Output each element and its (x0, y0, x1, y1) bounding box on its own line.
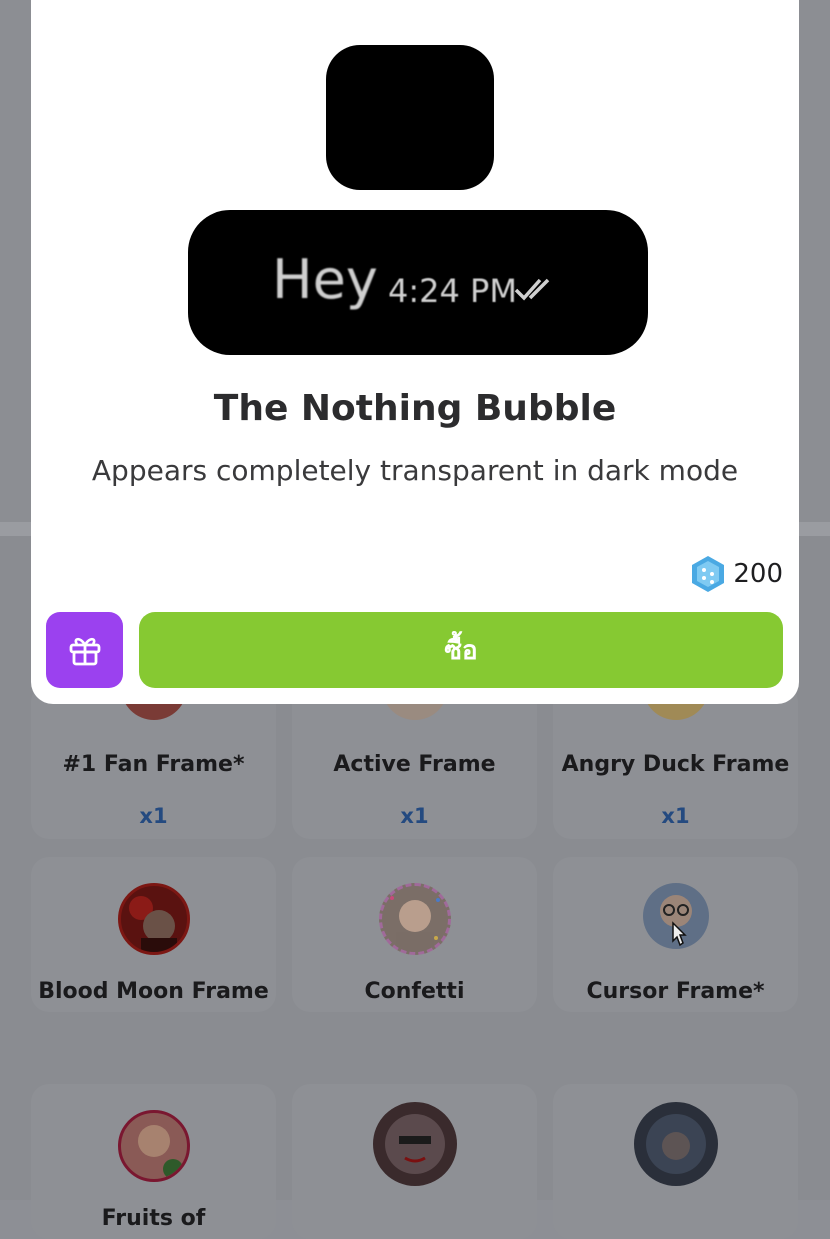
price-value: 200 (733, 559, 783, 589)
vampire-avatar (384, 1114, 445, 1174)
item-card[interactable]: Confetti x1 (292, 857, 537, 1012)
item-name: Active Frame (333, 752, 496, 777)
confetti-avatar (389, 896, 440, 952)
item-card[interactable]: x1 (553, 1084, 798, 1239)
item-card[interactable]: #1 Fan Frame* x1 (31, 684, 276, 839)
item-thumbnail (117, 883, 190, 955)
bubble-time: 4:24 PM (388, 272, 517, 310)
item-card[interactable]: Cursor Frame* x1 (553, 857, 798, 1012)
item-card[interactable]: Angry Duck Frame x1 (553, 684, 798, 839)
item-card[interactable]: Blood Moon Frame x1 (31, 857, 276, 1012)
item-name: #1 Fan Frame* (62, 752, 245, 777)
item-name: Confetti (364, 979, 465, 1004)
item-thumbnail (633, 1102, 718, 1186)
item-detail-modal: Hey 4:24 PM The Nothing Bubble Appears c… (31, 0, 799, 704)
price: 200 (691, 555, 783, 593)
preview-chat-bubble: Hey 4:24 PM (188, 210, 648, 355)
item-name: Blood Moon Frame (38, 979, 269, 1004)
double-check-icon (514, 278, 550, 301)
item-name: Cursor Frame* (586, 979, 765, 1004)
blood-moon-avatar (128, 896, 177, 952)
item-thumbnail (372, 1102, 457, 1186)
gem-icon (692, 556, 725, 592)
fruits-avatar (137, 1125, 183, 1179)
preview-avatar (326, 45, 494, 190)
gift-icon (69, 637, 100, 666)
item-name: Fruits of (101, 1206, 206, 1231)
item-qty: x1 (139, 804, 168, 828)
item-description: Appears completely transparent in dark m… (91, 454, 739, 487)
item-thumbnail (642, 883, 709, 949)
item-card[interactable]: x1 (292, 1084, 537, 1239)
item-card[interactable]: Active Frame x1 (292, 684, 537, 839)
buy-button[interactable]: ซื้อ (139, 612, 783, 688)
bubble-text: Hey (272, 248, 378, 311)
item-thumbnail (117, 1110, 190, 1182)
item-qty: x1 (400, 804, 429, 828)
item-name: Angry Duck Frame (561, 752, 790, 777)
item-qty: x1 (661, 804, 690, 828)
item-card[interactable]: Fruits of x1 (31, 1084, 276, 1239)
cursor-avatar (659, 895, 692, 947)
dark-hood-avatar (645, 1114, 706, 1174)
item-title: The Nothing Bubble (213, 388, 617, 429)
gift-button[interactable] (46, 612, 123, 688)
item-thumbnail (378, 883, 451, 955)
